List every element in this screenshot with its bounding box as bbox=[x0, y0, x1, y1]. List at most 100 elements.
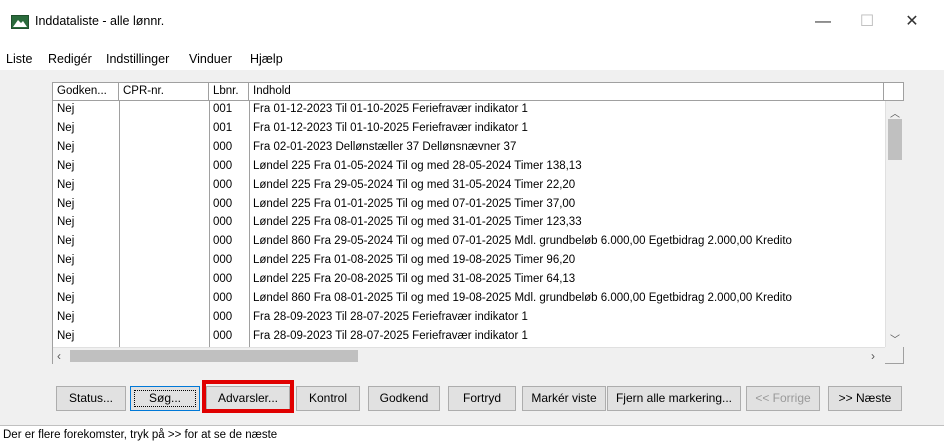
cell-indhold: Fra 02-01-2023 Dellønstæller 37 Dellønsn… bbox=[253, 140, 517, 153]
cell-cpr bbox=[119, 271, 209, 289]
fortryd-button[interactable]: Fortryd bbox=[448, 386, 516, 411]
table-row[interactable]: Nej 000 Løndel 860 Fra 29-05-2024 Til og m… bbox=[53, 233, 885, 251]
table-row[interactable]: Nej 000 Løndel 225 Fra 01-01-2025 Til og m… bbox=[53, 196, 885, 214]
table-row[interactable]: Nej 001 Fra 01-12-2023 Til 01-10-2025 Feri… bbox=[53, 120, 885, 138]
cell-godkendt: Nej bbox=[57, 103, 75, 115]
cell-lbnr: 000 bbox=[213, 159, 233, 172]
menu-vinduer[interactable]: Vinduer bbox=[189, 52, 232, 66]
cell-lbnr: 000 bbox=[213, 254, 233, 267]
horizontal-scrollbar[interactable]: ‹ › bbox=[53, 347, 885, 364]
menu-indstillinger[interactable]: Indstillinger bbox=[106, 52, 169, 66]
table-row[interactable]: Nej 000 Løndel 225 Fra 01-08-2025 Til og m… bbox=[53, 252, 885, 270]
cell-lbnr: 000 bbox=[213, 178, 233, 191]
cell-indhold: Løndel 225 Fra 01-05-2024 Til og med 28-… bbox=[253, 159, 582, 172]
menu-liste[interactable]: Liste bbox=[6, 52, 32, 66]
cell-lbnr: 000 bbox=[213, 235, 233, 248]
cell-lbnr: 000 bbox=[213, 292, 233, 304]
table-row[interactable]: Nej 001 Fra 01-12-2023 Til 01-10-2025 Feri… bbox=[53, 101, 885, 119]
status-button[interactable]: Status... bbox=[56, 386, 126, 411]
cell-godkendt: Nej bbox=[57, 140, 75, 153]
cell-lbnr: 000 bbox=[213, 273, 233, 286]
cell-godkendt: Nej bbox=[57, 310, 75, 323]
mark-shown-button[interactable]: Markér viste bbox=[522, 386, 606, 411]
menu-rediger[interactable]: Redigér bbox=[48, 52, 92, 66]
table-row[interactable]: Nej 000 Fra 28-09-2023 Til 28-07-2025 Feri… bbox=[53, 328, 885, 346]
table-row[interactable]: Nej 000 Løndel 225 Fra 01-05-2024 Til og m… bbox=[53, 158, 885, 176]
cell-godkendt: Nej bbox=[57, 216, 75, 229]
scroll-left-icon[interactable]: ‹ bbox=[57, 349, 61, 363]
column-header-godkendt[interactable]: Godken... bbox=[53, 83, 119, 100]
cell-lbnr: 000 bbox=[213, 329, 233, 342]
cell-cpr bbox=[119, 328, 209, 346]
vertical-scroll-thumb[interactable] bbox=[888, 119, 902, 160]
cell-indhold: Fra 28-09-2023 Til 28-07-2025 Feriefravæ… bbox=[253, 329, 528, 342]
scroll-down-icon[interactable]: ﹀ bbox=[890, 331, 900, 346]
focus-rectangle bbox=[134, 390, 196, 407]
status-bar: Der er flere forekomster, tryk på >> for… bbox=[0, 425, 944, 445]
search-button[interactable]: Søg... bbox=[130, 386, 200, 411]
scroll-right-icon[interactable]: › bbox=[871, 349, 875, 363]
table-row[interactable]: Nej 000 Løndel 860 Fra 08-01-2025 Til og m… bbox=[53, 290, 885, 308]
table-row[interactable]: Nej 000 Fra 28-09-2023 Til 28-07-2025 Feri… bbox=[53, 309, 885, 327]
close-button[interactable]: ✕ bbox=[897, 10, 927, 34]
column-header-lbnr[interactable]: Lbnr. bbox=[209, 83, 249, 100]
table-body: Nej 001 Fra 01-12-2023 Til 01-10-2025 Feri… bbox=[53, 101, 885, 347]
cell-lbnr: 000 bbox=[213, 140, 233, 153]
table-row[interactable]: Nej 000 Løndel 225 Fra 08-01-2025 Til og m… bbox=[53, 214, 885, 232]
cell-godkendt: Nej bbox=[57, 235, 75, 248]
godkend-button[interactable]: Godkend bbox=[368, 386, 440, 411]
cell-indhold: Løndel 225 Fra 08-01-2025 Til og med 31-… bbox=[253, 216, 582, 229]
cell-godkendt: Nej bbox=[57, 329, 75, 342]
next-button[interactable]: >> Næste bbox=[828, 386, 902, 411]
column-header-indhold[interactable]: Indhold bbox=[249, 83, 883, 100]
cell-indhold: Løndel 225 Fra 01-08-2025 Til og med 19-… bbox=[253, 254, 576, 267]
table-row[interactable]: Nej 000 Løndel 225 Fra 20-08-2025 Til og m… bbox=[53, 271, 885, 289]
cell-cpr bbox=[119, 158, 209, 176]
scroll-up-icon[interactable]: ︿ bbox=[890, 105, 900, 120]
cell-lbnr: 000 bbox=[213, 216, 233, 229]
cell-godkendt: Nej bbox=[57, 197, 75, 210]
cell-indhold: Fra 28-09-2023 Til 28-07-2025 Feriefravæ… bbox=[253, 310, 528, 323]
header-corner bbox=[883, 83, 903, 100]
cell-indhold: Løndel 225 Fra 20-08-2025 Til og med 31-… bbox=[253, 273, 576, 286]
cell-godkendt: Nej bbox=[57, 121, 75, 134]
remove-all-marks-button[interactable]: Fjern alle markering... bbox=[607, 386, 741, 411]
inddata-table[interactable]: Godken... CPR-nr. Lbnr. Indhold Nej 001 Fr… bbox=[52, 82, 904, 364]
table-row[interactable]: Nej 000 Løndel 225 Fra 29-05-2024 Til og m… bbox=[53, 177, 885, 195]
cell-godkendt: Nej bbox=[57, 254, 75, 267]
cell-lbnr: 001 bbox=[213, 121, 233, 134]
cell-cpr bbox=[119, 233, 209, 251]
menu-bar: Liste Redigér Indstillinger Vinduer Hjæl… bbox=[0, 48, 944, 70]
cell-cpr bbox=[119, 177, 209, 195]
kontrol-button[interactable]: Kontrol bbox=[296, 386, 360, 411]
window-title: Inddataliste - alle lønnr. bbox=[35, 14, 165, 28]
cell-cpr bbox=[119, 214, 209, 232]
cell-cpr bbox=[119, 290, 209, 308]
cell-lbnr: 001 bbox=[213, 103, 233, 115]
vertical-scrollbar[interactable]: ︿ ﹀ bbox=[885, 101, 904, 347]
app-icon bbox=[11, 15, 29, 29]
menu-hjaelp[interactable]: Hjælp bbox=[250, 52, 283, 66]
cell-cpr bbox=[119, 101, 209, 119]
maximize-button[interactable]: ☐ bbox=[852, 10, 882, 34]
title-bar: Inddataliste - alle lønnr. — ☐ ✕ bbox=[0, 0, 944, 44]
cell-indhold: Løndel 860 Fra 29-05-2024 Til og med 07-… bbox=[253, 235, 792, 248]
table-header: Godken... CPR-nr. Lbnr. Indhold bbox=[53, 83, 903, 101]
cell-cpr bbox=[119, 196, 209, 214]
minimize-button[interactable]: — bbox=[808, 10, 838, 34]
cell-indhold: Fra 01-12-2023 Til 01-10-2025 Feriefravæ… bbox=[253, 103, 528, 115]
cell-cpr bbox=[119, 309, 209, 327]
horizontal-scroll-thumb[interactable] bbox=[70, 350, 358, 362]
table-row[interactable]: Nej 000 Fra 02-01-2023 Dellønstæller 37 De… bbox=[53, 139, 885, 157]
column-header-cpr[interactable]: CPR-nr. bbox=[119, 83, 209, 100]
cell-indhold: Fra 01-12-2023 Til 01-10-2025 Feriefravæ… bbox=[253, 121, 528, 134]
cell-godkendt: Nej bbox=[57, 292, 75, 304]
cell-lbnr: 000 bbox=[213, 310, 233, 323]
cell-godkendt: Nej bbox=[57, 159, 75, 172]
cell-godkendt: Nej bbox=[57, 178, 75, 191]
cell-lbnr: 000 bbox=[213, 197, 233, 210]
cell-cpr bbox=[119, 120, 209, 138]
cell-cpr bbox=[119, 139, 209, 157]
scroll-corner bbox=[885, 347, 903, 363]
previous-button[interactable]: << Forrige bbox=[746, 386, 820, 411]
